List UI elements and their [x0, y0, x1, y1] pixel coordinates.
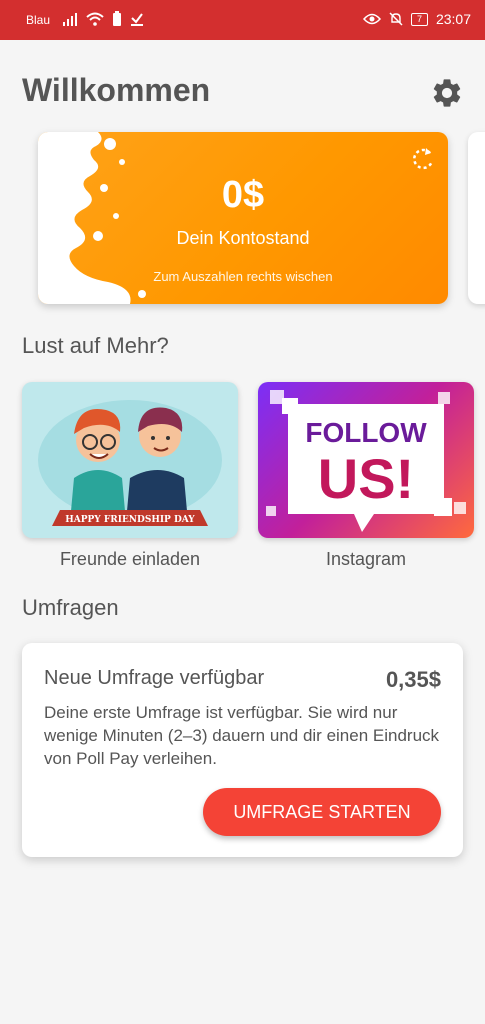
- next-card-peek[interactable]: [468, 132, 485, 304]
- follow-text: FOLLOW: [305, 417, 427, 448]
- survey-reward: 0,35$: [385, 667, 441, 692]
- invite-friends-label: Freunde einladen: [59, 549, 201, 569]
- clock: 23:07: [435, 11, 471, 27]
- status-bar: Blau 7 23:07: [0, 0, 485, 40]
- surveys-section-title: Umfragen: [22, 595, 119, 620]
- balance-amount: 0$: [221, 174, 265, 216]
- gear-icon[interactable]: [430, 76, 464, 110]
- friendship-banner-text: HAPPY FRIENDSHIP DAY: [65, 515, 195, 525]
- more-section-title: Lust auf Mehr?: [22, 333, 169, 358]
- balance-label: Dein Kontostand: [176, 228, 310, 248]
- instagram-label: Instagram: [325, 549, 407, 569]
- battery-level: 7: [410, 12, 428, 26]
- eye-icon: [362, 13, 381, 25]
- page-title: Willkommen: [22, 72, 211, 108]
- status-icons-right: 7 23:07: [362, 11, 471, 27]
- mute-icon: [389, 12, 403, 26]
- signal-icon: [63, 13, 77, 26]
- start-survey-button[interactable]: UMFRAGE STARTEN: [203, 788, 441, 836]
- us-text: US!: [318, 447, 414, 510]
- follow-us-illustration: FOLLOW US!: [266, 390, 466, 532]
- friendship-illustration: HAPPY FRIENDSHIP DAY: [38, 400, 222, 526]
- payout-hint: Zum Auszahlen rechts wischen: [153, 269, 333, 284]
- status-icons-left: [62, 11, 144, 27]
- survey-title: Neue Umfrage verfügbar: [44, 667, 265, 689]
- balance-card[interactable]: 0$ Dein Kontostand Zum Auszahlen rechts …: [38, 132, 448, 304]
- survey-description: Deine erste Umfrage ist verfügbar. Sie w…: [44, 703, 440, 768]
- wifi-icon: [86, 12, 104, 26]
- battery-saver-icon: [113, 11, 121, 26]
- instagram-tile[interactable]: FOLLOW US!: [258, 382, 474, 538]
- download-done-icon: [131, 13, 143, 26]
- survey-card: Neue Umfrage verfügbar 0,35$ Deine erste…: [22, 643, 463, 857]
- invite-friends-tile[interactable]: HAPPY FRIENDSHIP DAY: [22, 382, 238, 538]
- carrier-label: Blau: [26, 13, 51, 27]
- refresh-icon[interactable]: [408, 144, 438, 174]
